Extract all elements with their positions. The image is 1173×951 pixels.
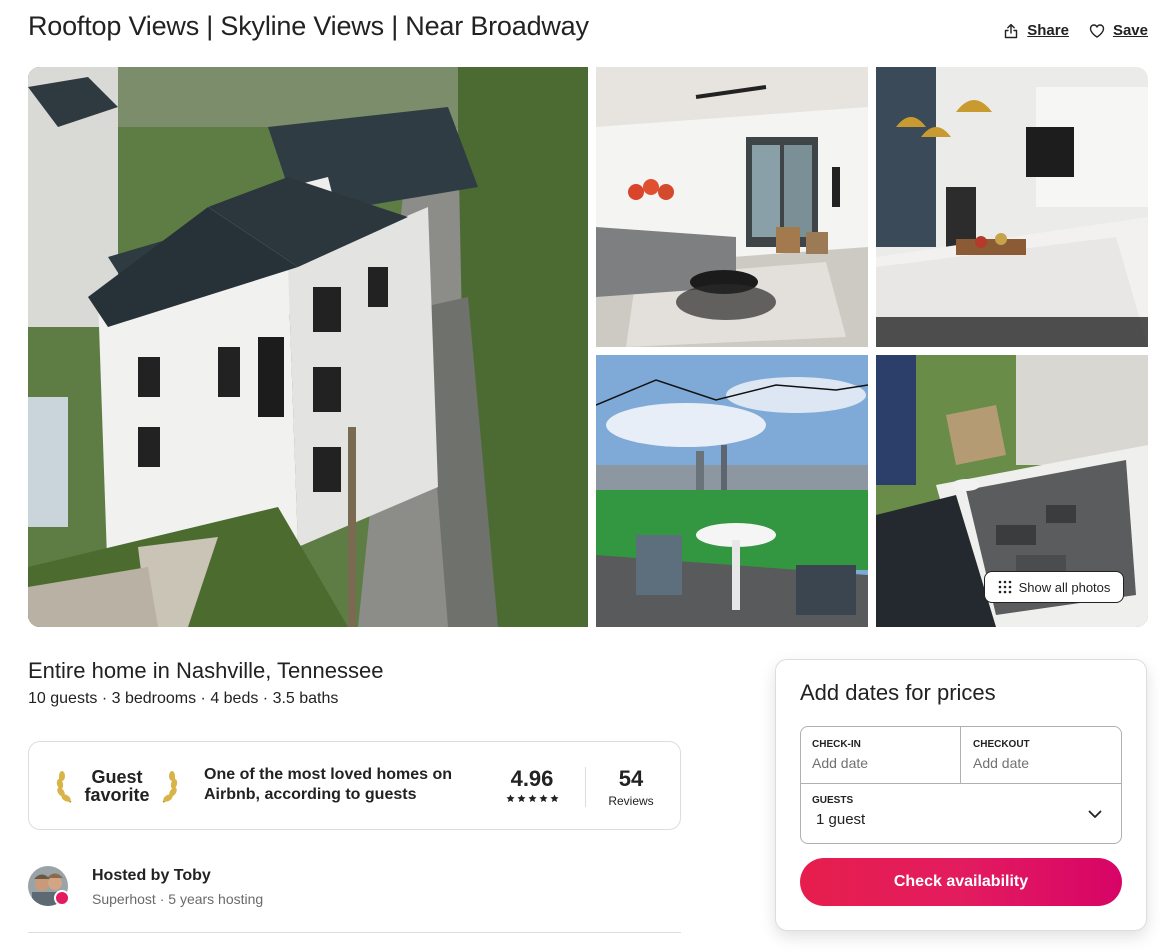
- guest-favorite-text: Guest favorite: [84, 768, 149, 804]
- reviews-count: 54: [618, 766, 644, 791]
- host-section: Hosted by Toby Superhost · 5 years hosti…: [28, 866, 681, 916]
- reviews-block[interactable]: 54 Reviews: [601, 766, 661, 808]
- superhost-badge-icon: [54, 890, 70, 906]
- date-guest-picker: CHECK-IN Add date CHECKOUT Add date GUES…: [800, 726, 1122, 844]
- star-icon: [538, 794, 548, 803]
- section-divider: [28, 932, 681, 933]
- host-name: Hosted by Toby: [92, 867, 211, 884]
- share-button[interactable]: Share: [1003, 22, 1069, 39]
- show-all-photos-label: Show all photos: [1018, 579, 1111, 595]
- share-label: Share: [1027, 22, 1069, 39]
- show-all-photos-button[interactable]: Show all photos: [984, 571, 1124, 603]
- guest-favorite-card[interactable]: Guest favorite One of the most loved hom…: [28, 741, 681, 830]
- save-label: Save: [1112, 22, 1148, 39]
- guest-favorite-line2: favorite: [84, 785, 150, 805]
- check-availability-button[interactable]: Check availability: [800, 858, 1122, 906]
- guest-favorite-line1: Guest: [91, 767, 143, 787]
- laurel-right-icon: [162, 771, 178, 803]
- star-icon: [516, 794, 526, 803]
- rating-block: 4.96: [501, 766, 563, 803]
- reviews-label: Reviews: [608, 794, 654, 808]
- booking-title: Add dates for prices: [800, 680, 996, 705]
- date-divider-horizontal: [801, 783, 1121, 784]
- guest-favorite-description: One of the most loved homes on Airbnb, a…: [204, 766, 453, 803]
- photo-kitchen[interactable]: [876, 67, 1148, 347]
- host-details: Superhost · 5 years hosting: [92, 891, 264, 907]
- guest-favorite-badge: Guest favorite: [55, 764, 179, 808]
- heart-icon: [1089, 23, 1105, 38]
- checkin-field[interactable]: CHECK-IN Add date: [812, 739, 957, 771]
- rating-value: 4.96: [510, 766, 554, 791]
- laurel-left-icon: [56, 771, 72, 803]
- guests-label: GUESTS: [812, 795, 854, 806]
- guests-value: 1 guest: [816, 811, 866, 828]
- checkin-value: Add date: [812, 755, 869, 771]
- checkout-label: CHECKOUT: [973, 739, 1030, 750]
- booking-card: Add dates for prices CHECK-IN Add date C…: [775, 659, 1147, 931]
- chevron-down-icon[interactable]: [1087, 806, 1103, 822]
- photo-exterior-aerial[interactable]: [28, 67, 588, 627]
- top-actions: Share Save: [1003, 22, 1148, 39]
- photo-rooftop-patio[interactable]: [596, 355, 868, 627]
- photo-gallery: [28, 67, 1148, 627]
- listing-overview: 10 guests · 3 bedrooms · 4 beds · 3.5 ba…: [28, 690, 339, 707]
- star-icon: [549, 794, 559, 803]
- date-divider-vertical: [960, 727, 961, 783]
- guests-field[interactable]: GUESTS 1 guest: [812, 795, 1102, 828]
- checkin-label: CHECK-IN: [812, 739, 861, 750]
- save-button[interactable]: Save: [1089, 22, 1148, 39]
- rating-stars: [501, 794, 563, 803]
- listing-title: Rooftop Views | Skyline Views | Near Bro…: [28, 11, 589, 41]
- photo-living-room[interactable]: [596, 67, 868, 347]
- share-icon: [1005, 23, 1018, 38]
- grid-icon: [998, 580, 1011, 594]
- listing-subtitle: Entire home in Nashville, Tennessee: [28, 658, 384, 683]
- star-icon: [505, 794, 515, 803]
- rating-divider: [585, 767, 586, 807]
- checkout-value: Add date: [973, 755, 1030, 771]
- star-icon: [527, 794, 537, 803]
- checkout-field[interactable]: CHECKOUT Add date: [973, 739, 1118, 771]
